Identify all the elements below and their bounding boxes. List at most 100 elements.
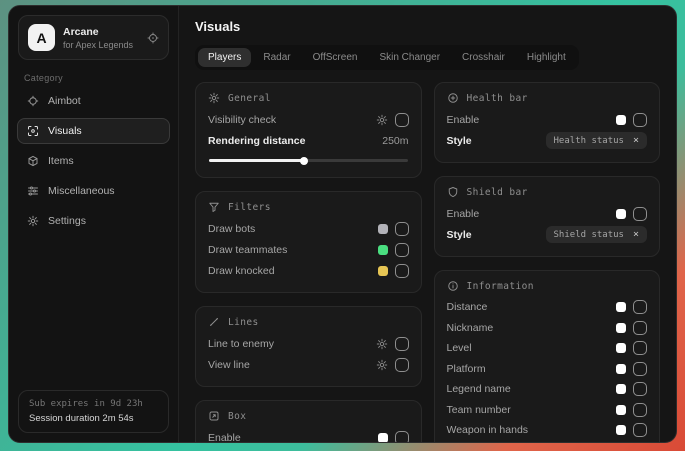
tab-bar: Players Radar OffScreen Skin Changer Cro… xyxy=(195,45,579,70)
gear-icon[interactable] xyxy=(376,338,388,350)
health-style-row: Style Health status × xyxy=(447,130,648,151)
info-weapon-row: Weapon in hands xyxy=(447,420,648,441)
shield-icon xyxy=(447,186,459,198)
draw-knocked-checkbox[interactable] xyxy=(395,264,409,278)
sidebar-nav: Aimbot Visuals Items Miscellaneous xyxy=(9,86,178,236)
info-legend-name-checkbox[interactable] xyxy=(633,382,647,396)
health-bar-card-title: Health bar xyxy=(447,92,648,104)
info-platform-row: Platform xyxy=(447,359,648,380)
color-swatch[interactable] xyxy=(616,302,626,312)
color-swatch[interactable] xyxy=(616,364,626,374)
info-weapon-checkbox[interactable] xyxy=(633,423,647,437)
sidebar-item-visuals[interactable]: Visuals xyxy=(17,118,170,144)
tab-players[interactable]: Players xyxy=(198,48,251,67)
gear-icon[interactable] xyxy=(376,359,388,371)
left-column: General Visibility check Rendering dista… xyxy=(195,82,422,442)
draw-teammates-row: Draw teammates xyxy=(208,239,409,260)
target-icon[interactable] xyxy=(147,32,159,44)
color-swatch[interactable] xyxy=(378,224,388,234)
rendering-distance-slider[interactable] xyxy=(209,159,408,162)
page-title: Visuals xyxy=(195,19,660,34)
visibility-check-checkbox[interactable] xyxy=(395,113,409,127)
line-to-enemy-checkbox[interactable] xyxy=(395,337,409,351)
draw-teammates-checkbox[interactable] xyxy=(395,243,409,257)
funnel-icon xyxy=(208,201,220,213)
slider-fill xyxy=(209,159,304,162)
cube-icon xyxy=(27,155,39,167)
health-bar-card: Health bar Enable Style Health status xyxy=(434,82,661,163)
color-swatch[interactable] xyxy=(616,384,626,394)
sub-expires-text: Sub expires in 9d 23h xyxy=(29,399,158,409)
subscription-card: Sub expires in 9d 23h Session duration 2… xyxy=(18,390,169,433)
info-level-checkbox[interactable] xyxy=(633,341,647,355)
draw-knocked-row: Draw knocked xyxy=(208,260,409,281)
app-name: Arcane xyxy=(63,26,139,38)
color-swatch[interactable] xyxy=(616,115,626,125)
desktop-background: { "app": { "logo_letter": "A", "name": "… xyxy=(0,0,685,451)
color-swatch[interactable] xyxy=(378,433,388,443)
app-header-card: A Arcane for Apex Legends xyxy=(18,15,169,60)
health-enable-checkbox[interactable] xyxy=(633,113,647,127)
app-subtitle: for Apex Legends xyxy=(63,40,139,50)
sidebar-item-label: Settings xyxy=(48,215,86,227)
shield-enable-checkbox[interactable] xyxy=(633,207,647,221)
shield-style-select[interactable]: Shield status × xyxy=(546,226,647,243)
tab-radar[interactable]: Radar xyxy=(253,48,300,67)
view-line-row: View line xyxy=(208,354,409,375)
general-card-title: General xyxy=(208,92,409,104)
color-swatch[interactable] xyxy=(616,343,626,353)
color-swatch[interactable] xyxy=(616,323,626,333)
filters-card-title: Filters xyxy=(208,201,409,213)
sidebar-item-label: Items xyxy=(48,155,74,167)
crosshair-icon xyxy=(27,95,39,107)
tab-skin-changer[interactable]: Skin Changer xyxy=(369,48,450,67)
sidebar-item-label: Miscellaneous xyxy=(48,185,115,197)
session-duration-text: Session duration 2m 54s xyxy=(29,413,158,424)
shield-bar-card: Shield bar Enable Style Shield status xyxy=(434,176,661,257)
color-swatch[interactable] xyxy=(378,266,388,276)
sidebar-item-items[interactable]: Items xyxy=(17,148,170,174)
box-enable-row: Enable xyxy=(208,427,409,442)
color-swatch[interactable] xyxy=(616,209,626,219)
info-platform-checkbox[interactable] xyxy=(633,362,647,376)
tab-highlight[interactable]: Highlight xyxy=(517,48,576,67)
info-distance-checkbox[interactable] xyxy=(633,300,647,314)
slider-thumb[interactable] xyxy=(300,157,308,165)
remove-icon[interactable]: × xyxy=(633,135,639,146)
tab-offscreen[interactable]: OffScreen xyxy=(303,48,368,67)
information-card-title: Information xyxy=(447,280,648,292)
info-nickname-row: Nickname xyxy=(447,318,648,339)
info-team-number-row: Team number xyxy=(447,400,648,421)
remove-icon[interactable]: × xyxy=(633,229,639,240)
cards-grid: General Visibility check Rendering dista… xyxy=(195,82,660,442)
box-card-title: Box xyxy=(208,410,409,422)
info-team-number-checkbox[interactable] xyxy=(633,403,647,417)
sidebar: A Arcane for Apex Legends Category Aimbo… xyxy=(9,6,179,442)
sidebar-item-settings[interactable]: Settings xyxy=(17,208,170,234)
info-nickname-checkbox[interactable] xyxy=(633,321,647,335)
sidebar-item-aimbot[interactable]: Aimbot xyxy=(17,88,170,114)
info-level-row: Level xyxy=(447,338,648,359)
tab-crosshair[interactable]: Crosshair xyxy=(452,48,515,67)
color-swatch[interactable] xyxy=(616,425,626,435)
sidebar-item-miscellaneous[interactable]: Miscellaneous xyxy=(17,178,170,204)
gear-icon xyxy=(208,92,220,104)
lines-card-title: Lines xyxy=(208,316,409,328)
color-swatch[interactable] xyxy=(378,245,388,255)
filters-card: Filters Draw bots Draw teammates xyxy=(195,191,422,293)
info-icon xyxy=(447,280,459,292)
visibility-check-row: Visibility check xyxy=(208,109,409,130)
health-style-select[interactable]: Health status × xyxy=(546,132,647,149)
health-enable-row: Enable xyxy=(447,109,648,130)
sliders-icon xyxy=(27,185,39,197)
box-icon xyxy=(208,410,220,422)
gear-icon[interactable] xyxy=(376,114,388,126)
box-card: Box Enable Enable background xyxy=(195,400,422,442)
general-card: General Visibility check Rendering dista… xyxy=(195,82,422,178)
box-enable-checkbox[interactable] xyxy=(395,431,409,443)
color-swatch[interactable] xyxy=(616,405,626,415)
line-icon xyxy=(208,316,220,328)
information-card: Information Distance Nickname Level xyxy=(434,270,661,442)
view-line-checkbox[interactable] xyxy=(395,358,409,372)
draw-bots-checkbox[interactable] xyxy=(395,222,409,236)
